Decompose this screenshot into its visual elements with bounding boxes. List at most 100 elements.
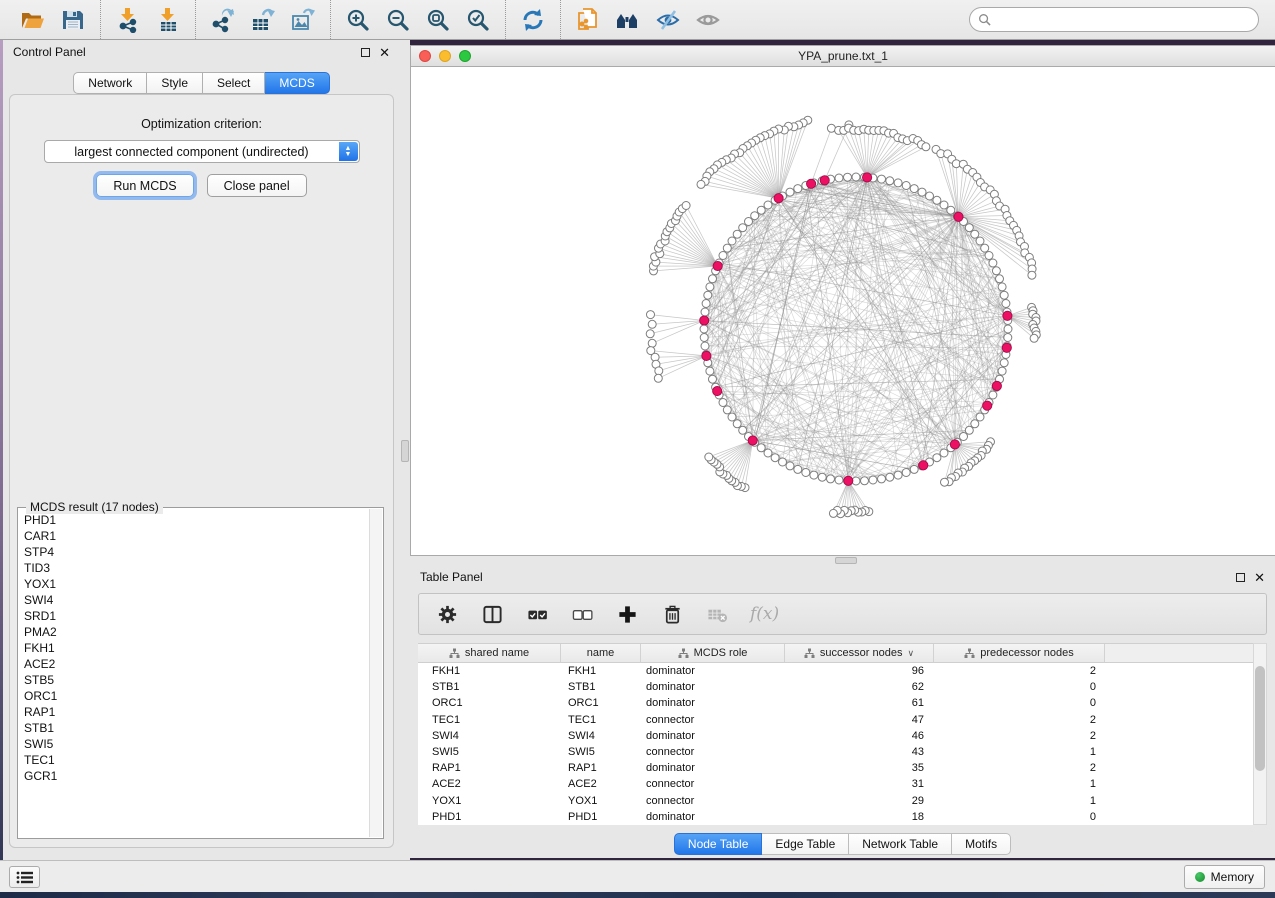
save-session-button[interactable] — [53, 4, 93, 36]
function-builder-button[interactable]: f(x) — [750, 600, 779, 628]
float-table-panel-icon[interactable] — [1236, 573, 1245, 582]
mcds-result-item[interactable]: STP4 — [24, 544, 367, 560]
run-mcds-button[interactable]: Run MCDS — [96, 174, 193, 197]
table-row[interactable]: TEC1TEC1connector472 — [418, 712, 1253, 728]
table-cell: YOX1 — [561, 795, 641, 807]
mcds-result-item[interactable]: TID3 — [24, 560, 367, 576]
close-panel-button[interactable]: Close panel — [207, 174, 307, 197]
mcds-result-item[interactable]: GCR1 — [24, 768, 367, 784]
export-image-button[interactable] — [283, 4, 323, 36]
task-history-button[interactable] — [9, 866, 40, 888]
search-input[interactable] — [996, 13, 1250, 27]
table-row[interactable]: ORC1ORC1dominator610 — [418, 695, 1253, 711]
table-row[interactable]: SWI4SWI4dominator462 — [418, 728, 1253, 744]
mcds-result-item[interactable]: ACE2 — [24, 656, 367, 672]
tab-network[interactable]: Network — [73, 72, 147, 94]
table-tab-motifs[interactable]: Motifs — [952, 833, 1011, 855]
table-row[interactable]: SWI5SWI5connector431 — [418, 744, 1253, 760]
table-cell: TEC1 — [418, 714, 561, 726]
memory-button[interactable]: Memory — [1184, 865, 1265, 889]
import-table-button[interactable] — [148, 4, 188, 36]
deselect-all-button[interactable] — [570, 600, 594, 628]
zoom-in-button[interactable] — [338, 4, 378, 36]
table-panel-title: Table Panel — [420, 570, 483, 584]
delete-column-button[interactable] — [660, 600, 684, 628]
column-header-successor-nodes[interactable]: successor nodes∨ — [785, 644, 934, 663]
column-header-name[interactable]: name — [561, 644, 641, 663]
apply-layout-button[interactable] — [513, 4, 553, 36]
open-file-button[interactable] — [13, 4, 53, 36]
select-all-button[interactable] — [525, 600, 549, 628]
clone-network-button[interactable] — [568, 4, 608, 36]
tab-style[interactable]: Style — [147, 72, 203, 94]
import-network-button[interactable] — [108, 4, 148, 36]
column-header-label: MCDS role — [694, 647, 748, 659]
mcds-result-item[interactable]: FKH1 — [24, 640, 367, 656]
first-neighbors-button[interactable] — [608, 4, 648, 36]
table-tab-node-table[interactable]: Node Table — [674, 833, 763, 855]
refresh-arrows-icon — [520, 7, 546, 33]
table-cell: FKH1 — [418, 665, 561, 677]
column-header-MCDS-role[interactable]: MCDS role — [641, 644, 785, 663]
table-settings-button[interactable] — [435, 600, 459, 628]
hide-selected-button[interactable] — [648, 4, 688, 36]
vertical-splitter-grip[interactable] — [401, 440, 409, 462]
mcds-result-item[interactable]: STB1 — [24, 720, 367, 736]
table-row[interactable]: PHD1PHD1dominator180 — [418, 809, 1253, 825]
horizontal-splitter[interactable] — [410, 556, 1275, 565]
table-cell: ORC1 — [418, 697, 561, 709]
mcds-result-item[interactable]: STB5 — [24, 672, 367, 688]
mcds-result-item[interactable]: SWI5 — [24, 736, 367, 752]
table-row[interactable]: YOX1YOX1connector291 — [418, 793, 1253, 809]
mcds-result-item[interactable]: SWI4 — [24, 592, 367, 608]
table-cell: dominator — [641, 681, 785, 693]
table-tab-edge-table[interactable]: Edge Table — [762, 833, 849, 855]
table-row[interactable]: RAP1RAP1dominator352 — [418, 760, 1253, 776]
table-toolbar: f(x) — [418, 593, 1267, 635]
table-row[interactable]: STB1STB1dominator620 — [418, 679, 1253, 695]
add-column-button[interactable] — [615, 600, 639, 628]
mcds-result-list[interactable]: PHD1CAR1STP4TID3YOX1SWI4SRD1PMA2FKH1ACE2… — [24, 512, 367, 836]
delete-table-button[interactable] — [705, 600, 729, 628]
table-row[interactable]: FKH1FKH1dominator962 — [418, 663, 1253, 679]
mcds-result-item[interactable]: YOX1 — [24, 576, 367, 592]
zoom-out-button[interactable] — [378, 4, 418, 36]
table-scrollbar[interactable] — [1253, 643, 1267, 825]
table-cell: 46 — [785, 730, 934, 742]
column-header-predecessor-nodes[interactable]: predecessor nodes — [934, 644, 1105, 663]
mcds-result-item[interactable]: PHD1 — [24, 512, 367, 528]
mcds-result-item[interactable]: RAP1 — [24, 704, 367, 720]
float-panel-icon[interactable] — [361, 48, 370, 57]
result-list-scrollbar[interactable] — [369, 509, 382, 837]
close-panel-icon[interactable]: ✕ — [379, 48, 390, 57]
mcds-result-item[interactable]: CAR1 — [24, 528, 367, 544]
zoom-selected-button[interactable] — [458, 4, 498, 36]
table-tab-network-table[interactable]: Network Table — [849, 833, 952, 855]
zoom-fit-button[interactable] — [418, 4, 458, 36]
tab-select[interactable]: Select — [203, 72, 265, 94]
show-all-button[interactable] — [688, 4, 728, 36]
table-cell: 96 — [785, 665, 934, 677]
table-cell: STB1 — [561, 681, 641, 693]
export-network-button[interactable] — [203, 4, 243, 36]
table-cell: 2 — [934, 730, 1105, 742]
mcds-result-item[interactable]: TEC1 — [24, 752, 367, 768]
column-header-shared-name[interactable]: shared name — [418, 644, 561, 663]
horizontal-splitter-grip[interactable] — [835, 557, 857, 564]
table-cell: 35 — [785, 762, 934, 774]
toolbar-group-file — [6, 0, 100, 39]
export-table-button[interactable] — [243, 4, 283, 36]
close-table-panel-icon[interactable]: ✕ — [1254, 573, 1265, 582]
eye-icon — [695, 7, 721, 33]
table-row[interactable]: ACE2ACE2connector311 — [418, 776, 1253, 792]
show-columns-button[interactable] — [480, 600, 504, 628]
mcds-result-item[interactable]: PMA2 — [24, 624, 367, 640]
optimization-criterion-select[interactable]: largest connected component (undirected)… — [44, 140, 360, 163]
tab-mcds[interactable]: MCDS — [265, 72, 329, 94]
column-header-label: predecessor nodes — [980, 647, 1074, 659]
network-canvas[interactable] — [411, 67, 1275, 555]
mcds-result-item[interactable]: SRD1 — [24, 608, 367, 624]
table-scrollbar-thumb[interactable] — [1255, 666, 1265, 771]
mcds-result-item[interactable]: ORC1 — [24, 688, 367, 704]
vertical-splitter[interactable] — [400, 40, 410, 860]
